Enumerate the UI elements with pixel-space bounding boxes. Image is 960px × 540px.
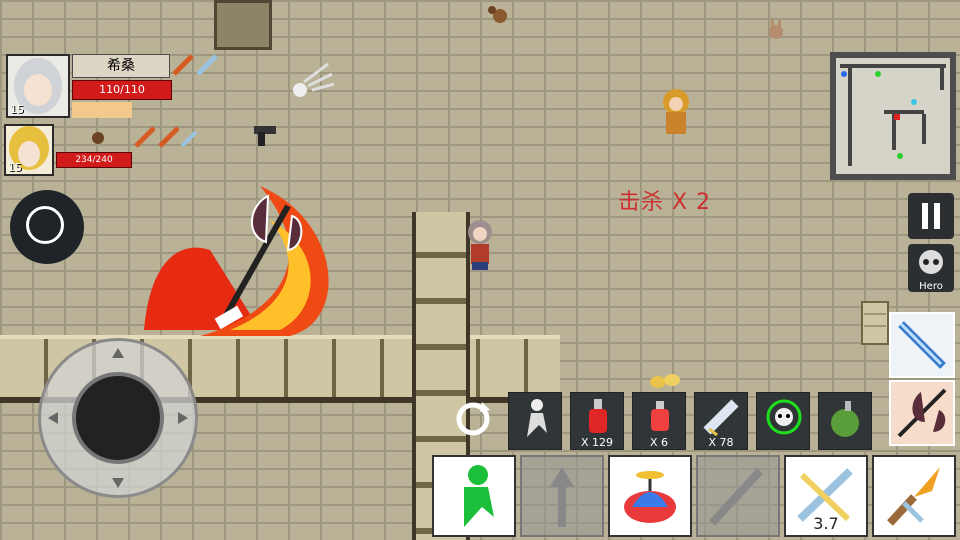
party-level-1: 15 <box>10 103 24 116</box>
item-slot-4[interactable]: X 6 <box>632 392 686 450</box>
skeleton-remains-icon <box>293 62 335 97</box>
item-count-3: X 129 <box>580 436 614 449</box>
party-hp-bar-1: 110/110 <box>72 80 172 100</box>
party-name-1: 希桑 <box>72 54 170 78</box>
item-count-5: X 78 <box>708 436 734 449</box>
party-weapons-icon-1 <box>172 54 218 76</box>
target-skull-icon <box>766 399 802 435</box>
pause-icon <box>922 203 940 229</box>
skill-slot-6[interactable] <box>872 455 956 537</box>
grenade-icon <box>831 401 859 437</box>
skill-cooldown-5: 3.7 <box>813 514 839 533</box>
rabbit-critter-sprite <box>769 20 783 39</box>
stairs-icon[interactable] <box>858 298 892 348</box>
refresh-icon <box>456 402 490 436</box>
battle-axe-icon <box>897 388 947 438</box>
party-portrait-2[interactable]: 15 <box>4 124 54 176</box>
locked-arrow-icon <box>550 467 574 527</box>
item-count-4: X 6 <box>649 436 669 449</box>
hero-button-label: Hero <box>919 281 943 292</box>
hero-button[interactable]: Hero <box>908 244 954 292</box>
item-slot-3[interactable]: X 129 <box>570 392 624 450</box>
battle-axe-weapon-icon <box>214 194 303 330</box>
scroll-icon <box>703 399 739 437</box>
weapon-slot-axe[interactable] <box>889 380 955 446</box>
flame-sword-icon <box>887 467 940 526</box>
skull-helmet-icon <box>919 250 943 274</box>
kill-counter-text: 击杀 X 2 <box>618 190 712 215</box>
blonde-npc-sprite[interactable] <box>656 86 698 140</box>
weapon-slot-sword[interactable] <box>889 312 955 378</box>
gold-coins-icon <box>650 374 680 388</box>
party-level-2: 15 <box>8 161 22 174</box>
skill-slot-1[interactable] <box>432 455 516 537</box>
ghost-runner-icon <box>527 399 547 437</box>
skill-slot-4[interactable] <box>696 455 780 537</box>
item-slot-6[interactable] <box>756 392 810 450</box>
item-slot-5[interactable]: X 78 <box>694 392 748 450</box>
item-slot-2[interactable] <box>508 392 562 450</box>
red-potion-icon <box>589 399 607 433</box>
party-weapons-icon-2 <box>92 126 198 148</box>
action-ring-icon <box>26 206 64 244</box>
minimap-layout-icon <box>840 64 946 166</box>
minimap[interactable] <box>830 52 956 180</box>
party-mp-bar-1 <box>72 102 132 118</box>
ice-sword-icon <box>898 321 946 369</box>
pause-button[interactable] <box>908 193 954 239</box>
locked-sword-icon <box>709 468 763 526</box>
propeller-cap-icon <box>624 471 676 523</box>
skill-slot-2[interactable] <box>520 455 604 537</box>
green-runner-icon <box>464 465 494 527</box>
red-potion-small-icon <box>651 401 669 431</box>
party-portrait-1[interactable]: 15 <box>6 54 70 118</box>
item-slot-1[interactable] <box>446 392 500 450</box>
item-slot-7[interactable] <box>818 392 872 450</box>
pistol-drop-icon <box>254 126 276 146</box>
player-character-sprite <box>468 220 492 270</box>
joystick-arrows-icon <box>48 348 188 488</box>
party-hp-bar-2: 234/240 <box>56 152 133 168</box>
stone-pillar <box>214 0 272 50</box>
skill-slot-3[interactable] <box>608 455 692 537</box>
rock-debris-icon <box>488 6 507 23</box>
skill-slot-5[interactable]: 3.7 <box>784 455 868 537</box>
